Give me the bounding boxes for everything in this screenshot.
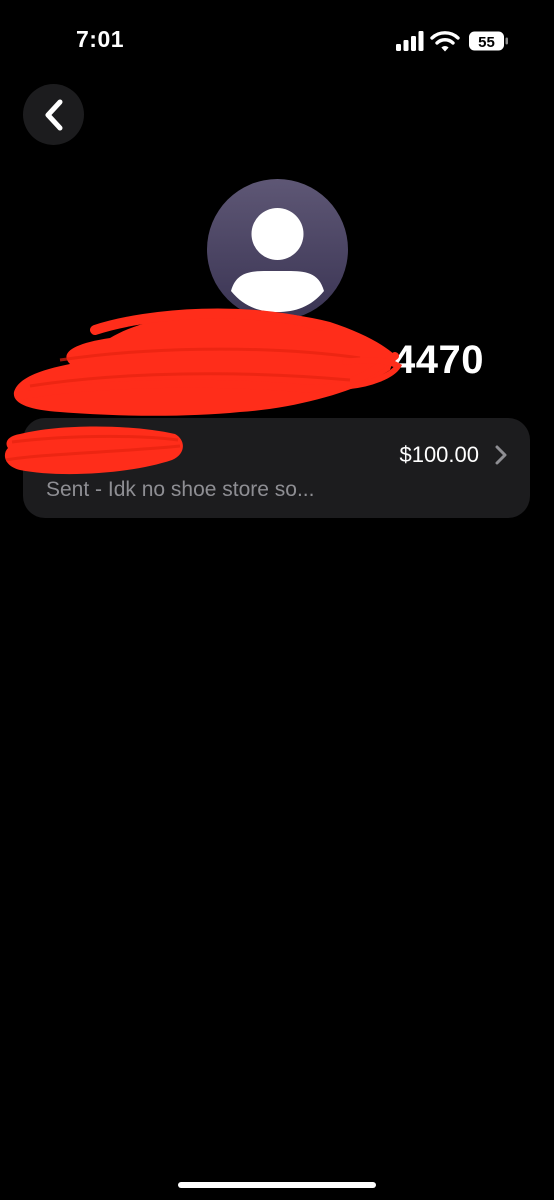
status-icons: 55 — [396, 31, 508, 52]
back-button[interactable] — [23, 84, 84, 145]
person-placeholder-icon — [231, 208, 324, 312]
cellular-signal-icon — [396, 31, 424, 51]
avatar — [207, 179, 348, 320]
wifi-icon — [430, 31, 460, 52]
battery-icon: 55 — [469, 31, 508, 51]
chevron-left-icon — [45, 99, 62, 130]
home-indicator[interactable] — [178, 1182, 376, 1188]
status-bar: 7:01 55 — [0, 0, 554, 80]
battery-level: 55 — [478, 34, 495, 51]
transaction-row[interactable]: $100.00 Sent - Idk no shoe store so... — [23, 418, 530, 518]
transaction-memo: Sent - Idk no shoe store so... — [46, 478, 315, 501]
status-time: 7:01 — [76, 26, 125, 52]
transaction-amount: $100.00 — [399, 442, 479, 467]
chevron-right-icon — [495, 445, 507, 465]
contact-name: 4470 — [393, 338, 484, 382]
